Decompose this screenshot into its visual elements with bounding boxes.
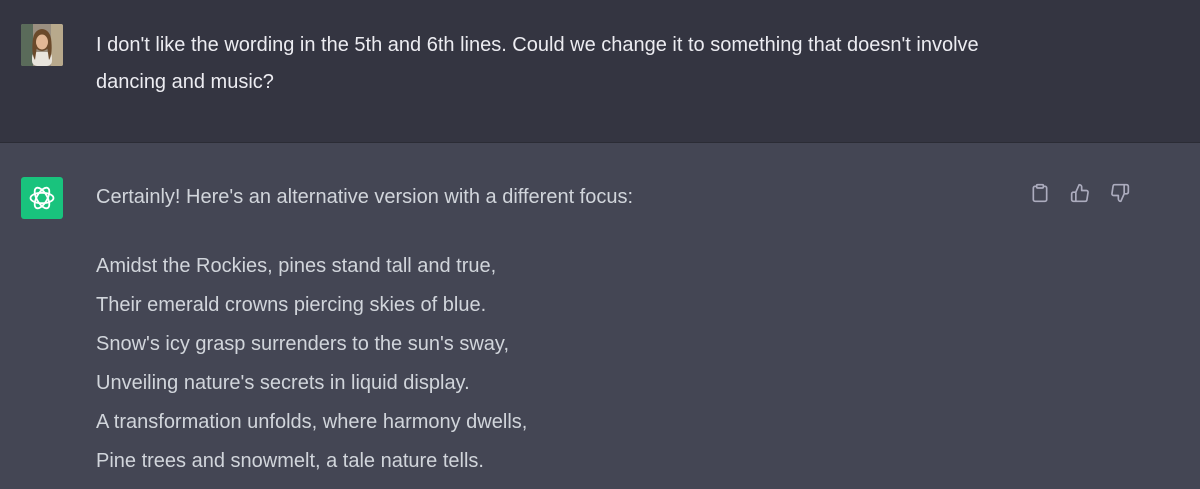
user-message-text: I don't like the wording in the 5th and … xyxy=(96,34,979,93)
openai-logo-icon xyxy=(29,186,55,210)
thumbs-down-icon xyxy=(1111,183,1130,203)
thumbs-down-button[interactable] xyxy=(1108,181,1132,205)
thumbs-up-button[interactable] xyxy=(1068,181,1092,205)
poem-line: Pine trees and snowmelt, a tale nature t… xyxy=(96,450,484,472)
poem-line: Unveiling nature's secrets in liquid dis… xyxy=(96,372,470,394)
poem-line: Amidst the Rockies, pines stand tall and… xyxy=(96,255,497,277)
poem-line: A transformation unfolds, where harmony … xyxy=(96,411,528,433)
poem: Amidst the Rockies, pines stand tall and… xyxy=(96,247,527,481)
poem-line: Snow's icy grasp surrenders to the sun's… xyxy=(96,333,509,355)
user-avatar xyxy=(21,24,63,66)
assistant-avatar xyxy=(21,177,63,219)
poem-line: Their emerald crowns piercing skies of b… xyxy=(96,294,487,316)
user-message: I don't like the wording in the 5th and … xyxy=(0,0,1200,143)
copy-button[interactable] xyxy=(1028,181,1052,205)
message-actions xyxy=(1028,181,1132,205)
assistant-message: Certainly! Here's an alternative version… xyxy=(0,143,1200,489)
thumbs-up-icon xyxy=(1070,183,1089,203)
assistant-intro-text: Certainly! Here's an alternative version… xyxy=(96,186,634,208)
clipboard-icon xyxy=(1032,183,1048,203)
